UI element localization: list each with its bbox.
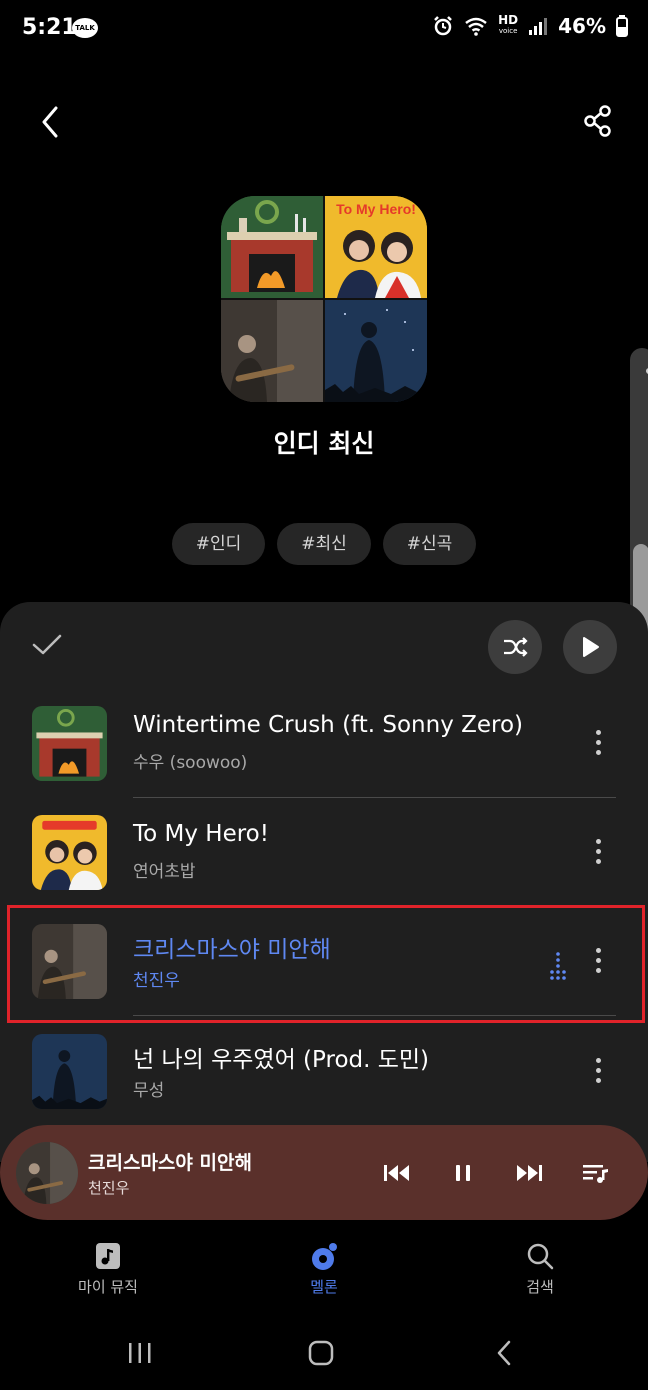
bottom-navigation: 마이 뮤직 멜론 검색	[0, 1230, 648, 1310]
track-row-3-now-playing[interactable]: 크리스마스야 미안해 천진우	[0, 908, 648, 1016]
system-back-button[interactable]	[474, 1328, 534, 1378]
back-button[interactable]	[32, 100, 72, 144]
status-icons: HD voice 46%	[432, 14, 628, 38]
queue-music-icon	[583, 1165, 608, 1183]
chevron-left-icon	[497, 1340, 511, 1366]
more-options-button[interactable]	[588, 1048, 608, 1092]
tag-list: #인디 #최신 #신곡	[0, 523, 648, 565]
track-title: To My Hero!	[133, 821, 269, 847]
home-button[interactable]	[291, 1328, 351, 1378]
more-dot	[595, 1057, 601, 1063]
pause-icon	[456, 1165, 470, 1181]
track-artist: 무성	[133, 1081, 165, 1101]
more-dot	[595, 848, 601, 854]
more-options-button[interactable]	[588, 829, 608, 873]
track-row-1[interactable]: Wintertime Crush (ft. Sonny Zero) 수우 (so…	[0, 690, 648, 798]
more-dot	[595, 729, 601, 735]
more-dot	[595, 1067, 601, 1073]
equalizer-playing-icon	[550, 952, 566, 980]
chevron-left-icon	[42, 106, 58, 138]
track-row-2[interactable]: To My Hero! 연어초밥	[0, 799, 648, 907]
battery-icon	[616, 15, 628, 37]
search-icon	[520, 1238, 560, 1274]
music-note-icon	[88, 1238, 128, 1274]
more-dot	[595, 739, 601, 745]
wifi-icon	[465, 17, 487, 36]
more-dot	[595, 749, 601, 755]
tag-new-song[interactable]: #신곡	[382, 523, 477, 565]
cover-tile-fireplace	[221, 196, 323, 298]
home-icon	[308, 1340, 334, 1366]
more-dot	[595, 838, 601, 844]
recent-apps-button[interactable]	[110, 1328, 170, 1378]
hd-voice-icon: HD voice	[498, 13, 519, 37]
nav-melon[interactable]: 멜론	[254, 1230, 394, 1306]
more-dot	[595, 858, 601, 864]
track-title: 크리스마스야 미안해	[133, 937, 331, 963]
mini-player[interactable]: 크리스마스야 미안해 천진우	[0, 1125, 648, 1220]
track-cover-fireplace	[32, 706, 107, 781]
status-time: 5:21	[22, 15, 77, 40]
more-options-button[interactable]	[588, 720, 608, 764]
track-cover-night	[32, 1034, 107, 1109]
divider	[133, 906, 616, 907]
skip-previous-icon	[384, 1165, 409, 1181]
tag-indie[interactable]: #인디	[171, 523, 266, 565]
nav-label: 검색	[526, 1278, 554, 1296]
shuffle-icon	[504, 637, 528, 657]
track-row-4[interactable]: 넌 나의 우주였어 (Prod. 도민) 무성	[0, 1018, 648, 1126]
mini-player-title: 크리스마스야 미안해	[88, 1152, 252, 1174]
kakaotalk-notification-icon: TALK	[72, 18, 98, 38]
checkmark-icon	[32, 634, 62, 655]
signal-icon	[529, 18, 548, 35]
track-artist: 천진우	[133, 971, 180, 991]
mini-player-artist: 천진우	[88, 1179, 130, 1197]
more-dot	[595, 1077, 601, 1083]
cover-tile-hero: To My Hero!	[325, 196, 427, 298]
battery-percent: 46%	[558, 14, 606, 38]
more-dot	[595, 957, 601, 963]
mini-player-cover	[16, 1142, 78, 1204]
share-icon	[584, 105, 611, 137]
track-artist: 수우 (soowoo)	[133, 753, 248, 773]
recent-apps-icon	[129, 1343, 151, 1363]
divider	[133, 797, 616, 798]
nav-my-music[interactable]: 마이 뮤직	[38, 1230, 178, 1306]
next-button[interactable]	[509, 1153, 549, 1193]
nav-search[interactable]: 검색	[470, 1230, 610, 1306]
hd-label: HD	[498, 13, 519, 27]
cover-tile-guitar	[221, 300, 323, 402]
more-dot	[595, 967, 601, 973]
shuffle-button[interactable]	[488, 620, 542, 674]
track-title: 넌 나의 우주였어 (Prod. 도민)	[133, 1047, 430, 1073]
pause-button[interactable]	[443, 1153, 483, 1193]
track-artist: 연어초밥	[133, 862, 196, 882]
skip-next-icon	[517, 1165, 542, 1181]
play-icon	[583, 637, 599, 657]
alarm-icon	[434, 16, 452, 36]
playlist-queue-button[interactable]	[575, 1153, 615, 1193]
nav-label: 마이 뮤직	[78, 1278, 138, 1296]
previous-button[interactable]	[377, 1153, 417, 1193]
hd-sub-label: voice	[498, 27, 518, 35]
cover-tile-night	[325, 300, 427, 402]
playlist-cover: To My Hero!	[221, 196, 427, 402]
melon-icon	[304, 1238, 344, 1274]
share-button[interactable]	[578, 100, 618, 144]
cover-hero-text: To My Hero!	[336, 201, 416, 217]
divider	[133, 1015, 616, 1016]
status-bar: 5:21 TALK HD voice 46%	[0, 0, 648, 58]
select-all-button[interactable]	[30, 630, 64, 660]
play-all-button[interactable]	[563, 620, 617, 674]
playlist-title: 인디 최신	[273, 429, 375, 458]
tag-latest[interactable]: #최신	[277, 523, 371, 565]
nav-label: 멜론	[310, 1278, 338, 1296]
track-title: Wintertime Crush (ft. Sonny Zero)	[133, 712, 524, 738]
track-cover-guitar	[32, 924, 107, 999]
more-options-button[interactable]	[588, 938, 608, 982]
track-cover-hero	[32, 815, 107, 890]
system-navigation-bar	[0, 1320, 648, 1390]
more-dot	[595, 947, 601, 953]
